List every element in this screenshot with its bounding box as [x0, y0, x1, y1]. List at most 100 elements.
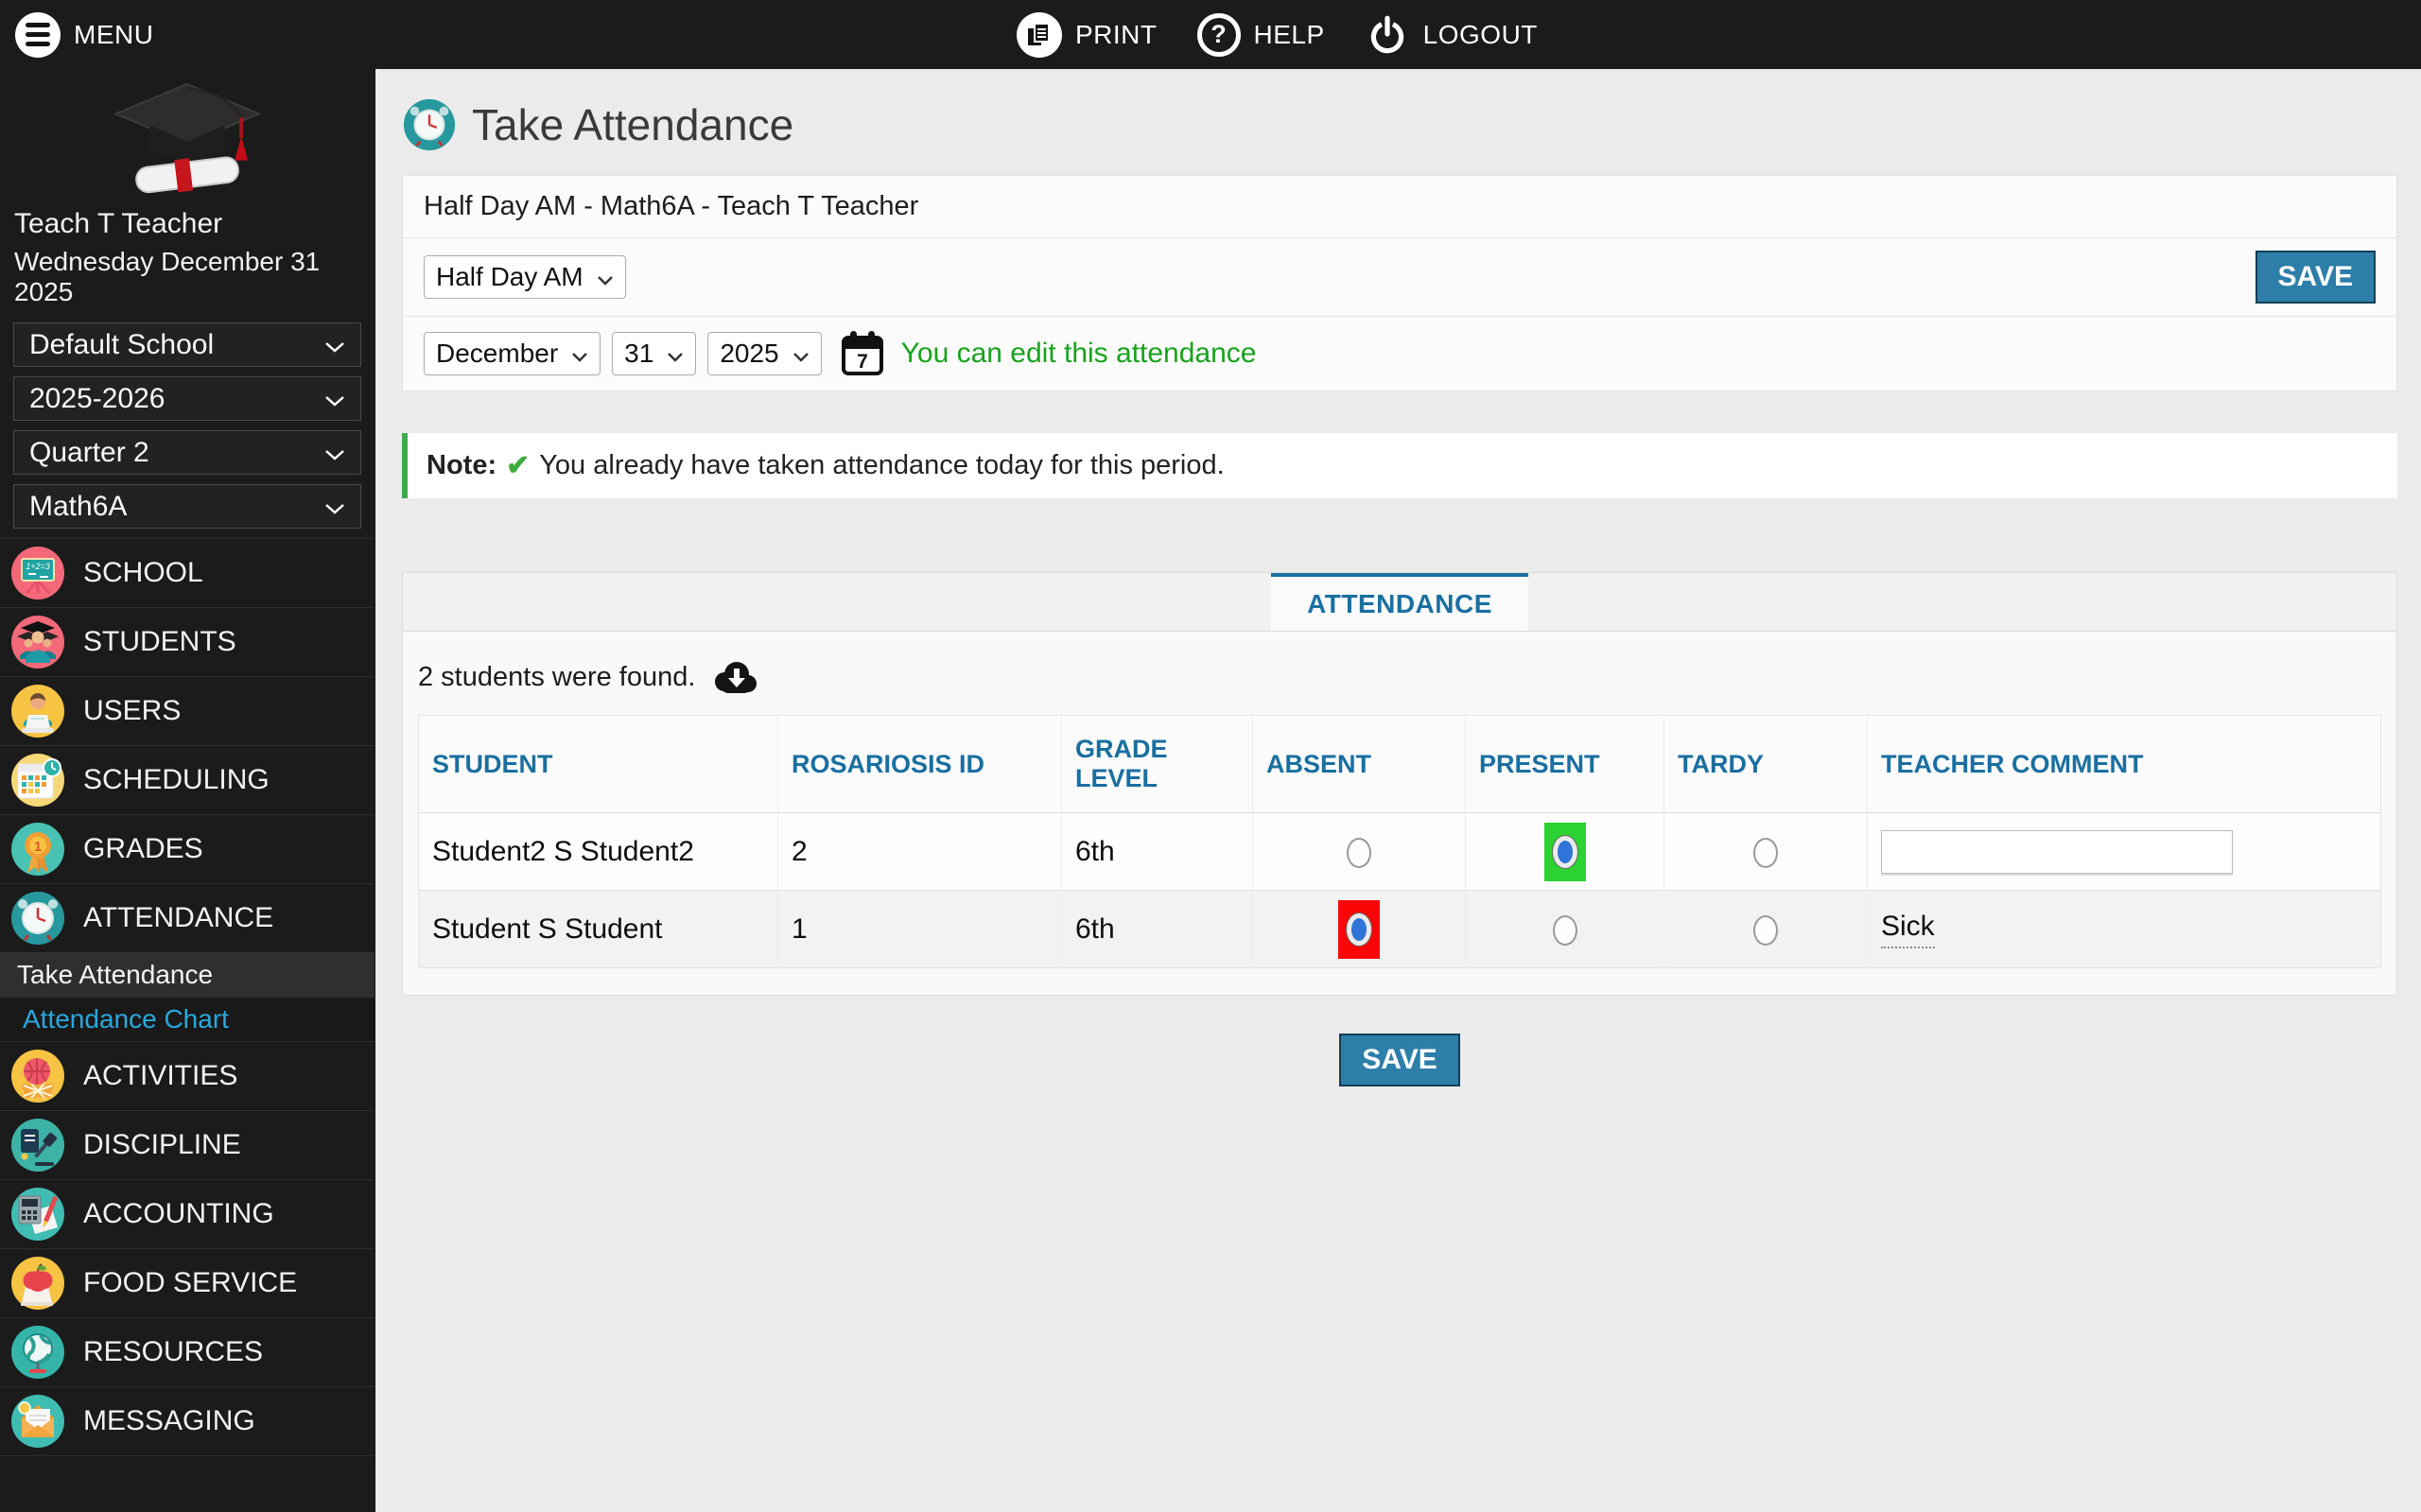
attendance-header-panel: Half Day AM - Math6A - Teach T Teacher H…: [402, 175, 2397, 391]
menu-button[interactable]: MENU: [15, 11, 153, 58]
resources-icon: [9, 1324, 66, 1381]
students-icon: [9, 614, 66, 670]
sidebar-item-label: USERS: [83, 695, 182, 726]
tardy-radio[interactable]: [1753, 914, 1778, 946]
table-header-row: STUDENT ROSARIOSIS ID GRADE LEVEL ABSENT…: [418, 715, 2381, 813]
absent-radio[interactable]: [1347, 837, 1371, 868]
sidebar-item-users[interactable]: USERS: [0, 677, 374, 746]
student-id: 2: [777, 812, 1062, 891]
chevron-down-icon: [324, 329, 345, 361]
table-row: Student2 S Student2 2 6th: [419, 812, 2381, 891]
grade-level: 6th: [1061, 890, 1253, 968]
teacher-comment-value[interactable]: Sick: [1881, 911, 1935, 948]
course-select[interactable]: Math6A: [13, 484, 361, 529]
student-id: 1: [777, 890, 1062, 968]
tardy-radio[interactable]: [1753, 837, 1778, 868]
students-found-text: 2 students were found.: [418, 661, 696, 692]
checkmark-icon: ✔: [506, 450, 531, 481]
col-header-grade-level: GRADE LEVEL: [1061, 715, 1253, 813]
chevron-down-icon: [324, 383, 345, 415]
sidebar-item-label: GRADES: [83, 833, 203, 864]
logout-button[interactable]: LOGOUT: [1365, 12, 1538, 58]
food-service-icon: [9, 1255, 66, 1312]
sidebar-item-resources[interactable]: RESOURCES: [0, 1318, 374, 1387]
sidebar-item-school[interactable]: 1+2=3 SCHOOL: [0, 539, 374, 608]
sidebar-item-label: ATTENDANCE: [83, 902, 274, 933]
users-icon: [9, 683, 66, 739]
radio-dot: [1347, 912, 1371, 946]
sidebar-item-label: FOOD SERVICE: [83, 1267, 298, 1298]
print-label: PRINT: [1075, 19, 1158, 49]
sidebar-item-grades[interactable]: 1 GRADES: [0, 815, 374, 884]
save-button-top[interactable]: SAVE: [2255, 251, 2376, 304]
col-header-tardy: TARDY: [1663, 715, 1868, 813]
help-label: HELP: [1253, 19, 1325, 49]
print-button[interactable]: PRINT: [1017, 11, 1158, 58]
col-header-rosariosis-id: ROSARIOSIS ID: [777, 715, 1062, 813]
clock-icon: [402, 97, 457, 152]
hamburger-icon: [15, 11, 61, 58]
cloud-download-icon[interactable]: [710, 658, 759, 696]
help-button[interactable]: ? HELP: [1196, 12, 1325, 57]
col-header-present: PRESENT: [1465, 715, 1664, 813]
topbar: MENU PRINT ? HELP LOGOUT: [0, 0, 2421, 69]
teacher-comment-input[interactable]: [1881, 829, 2233, 874]
help-icon: ?: [1196, 12, 1241, 57]
present-radio-selected[interactable]: [1543, 822, 1586, 881]
month-select[interactable]: December: [424, 332, 601, 375]
grades-icon: 1: [9, 821, 66, 878]
current-date: Wednesday December 31 2025: [14, 247, 321, 306]
school-year-select[interactable]: 2025-2026: [13, 376, 361, 421]
day-select[interactable]: 31: [612, 332, 697, 375]
year-select[interactable]: 2025: [707, 332, 822, 375]
sidebar-item-label: STUDENTS: [83, 626, 236, 657]
quarter-select[interactable]: Quarter 2: [13, 430, 361, 475]
print-icon: [1017, 11, 1062, 58]
calendar-icon[interactable]: 7: [841, 329, 884, 378]
svg-text:7: 7: [857, 351, 868, 373]
col-header-student: STUDENT: [418, 715, 778, 813]
attendance-panel: ATTENDANCE 2 students were found. STUDEN…: [402, 572, 2397, 996]
note-text: You already have taken attendance today …: [539, 450, 1225, 480]
accounting-icon: [9, 1186, 66, 1243]
sidebar-item-label: SCHEDULING: [83, 764, 270, 795]
sidebar-item-discipline[interactable]: DISCIPLINE: [0, 1111, 374, 1180]
scheduling-icon: [9, 752, 66, 808]
save-button-bottom[interactable]: SAVE: [1339, 1034, 1460, 1086]
chevron-down-icon: [571, 339, 588, 369]
edit-hint: You can edit this attendance: [900, 338, 1257, 369]
sidebar-item-label: ACCOUNTING: [83, 1198, 274, 1229]
attendance-icon: [9, 890, 66, 947]
graduation-cap-logo: [0, 69, 374, 202]
sidebar: Teach T Teacher Wednesday December 31 20…: [0, 69, 375, 1512]
messaging-icon: [9, 1393, 66, 1450]
chevron-down-icon: [667, 339, 684, 369]
chevron-down-icon: [324, 437, 345, 469]
sidebar-item-activities[interactable]: ACTIVITIES: [0, 1042, 374, 1111]
sidebar-subitem-take-attendance[interactable]: Take Attendance: [0, 953, 374, 998]
context-line: Half Day AM - Math6A - Teach T Teacher: [403, 176, 2396, 238]
note-label: Note:: [427, 450, 497, 480]
sidebar-item-food-service[interactable]: FOOD SERVICE: [0, 1249, 374, 1318]
present-radio[interactable]: [1552, 914, 1577, 946]
sidebar-item-scheduling[interactable]: SCHEDULING: [0, 746, 374, 815]
student-name: Student2 S Student2: [432, 835, 694, 867]
sidebar-item-label: DISCIPLINE: [83, 1129, 241, 1160]
sidebar-subitem-attendance-chart[interactable]: Attendance Chart: [0, 998, 374, 1042]
table-row: Student S Student 1 6th Sick: [418, 890, 2381, 968]
attendance-table: STUDENT ROSARIOSIS ID GRADE LEVEL ABSENT…: [418, 715, 2381, 968]
student-name: Student S Student: [432, 912, 663, 945]
absent-radio-selected[interactable]: [1338, 899, 1380, 959]
sidebar-item-attendance[interactable]: ATTENDANCE: [0, 884, 374, 953]
sidebar-item-messaging[interactable]: MESSAGING: [0, 1387, 374, 1456]
school-select[interactable]: Default School: [13, 322, 361, 367]
sidebar-item-accounting[interactable]: ACCOUNTING: [0, 1180, 374, 1249]
tab-attendance[interactable]: ATTENDANCE: [1271, 573, 1528, 631]
svg-text:1: 1: [34, 839, 42, 855]
page-title: Take Attendance: [472, 100, 794, 149]
sidebar-item-students[interactable]: STUDENTS: [0, 608, 374, 677]
note-box: Note: ✔ You already have taken attendanc…: [402, 433, 2397, 498]
sidebar-item-label: ACTIVITIES: [83, 1060, 238, 1091]
sidebar-item-label: MESSAGING: [83, 1405, 255, 1436]
period-select[interactable]: Half Day AM: [424, 255, 626, 299]
